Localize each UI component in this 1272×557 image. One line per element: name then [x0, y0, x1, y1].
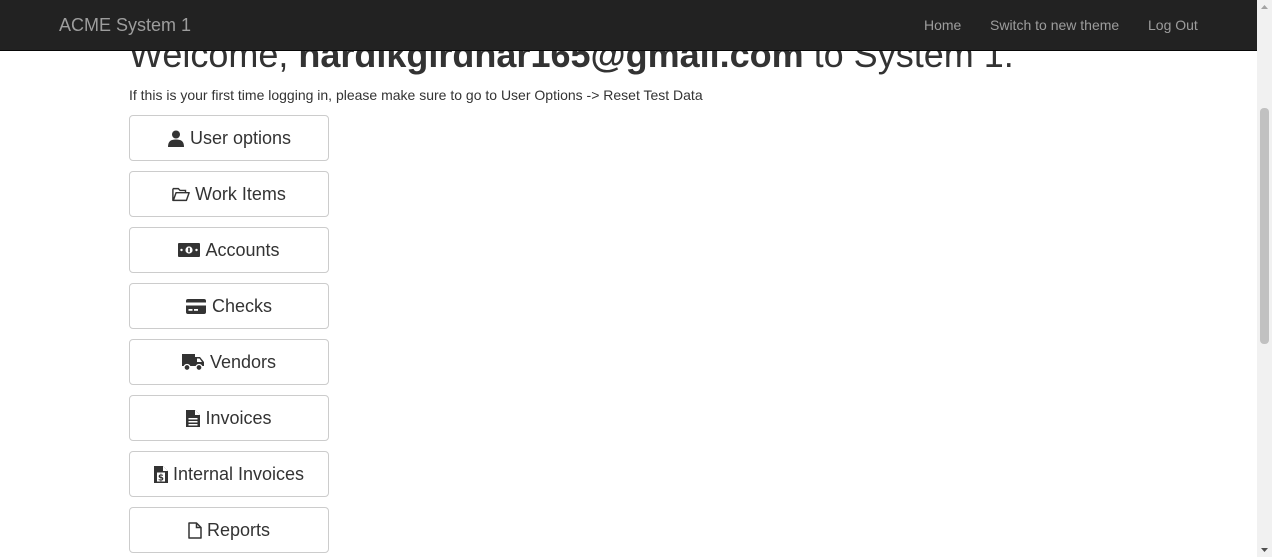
- vendors-button[interactable]: Vendors: [129, 339, 329, 385]
- user-icon: [167, 129, 185, 147]
- user-options-label: User options: [189, 127, 292, 148]
- file-text-icon: [186, 409, 201, 427]
- main-content: Welcome, hardikgirdhar165@gmail.com to S…: [0, 0, 1257, 557]
- accounts-label: Accounts: [205, 239, 280, 260]
- scroll-up-arrow-icon[interactable]: [1257, 0, 1272, 14]
- brand-link[interactable]: ACME System 1: [59, 14, 191, 36]
- money-icon: [178, 241, 201, 259]
- reports-button[interactable]: Reports: [129, 507, 329, 553]
- truck-icon: [182, 353, 205, 371]
- work-items-button[interactable]: Work Items: [129, 171, 329, 217]
- internal-invoices-button[interactable]: $ Internal Invoices: [129, 451, 329, 497]
- credit-card-icon: [186, 297, 207, 315]
- work-items-label: Work Items: [195, 183, 286, 204]
- vertical-scrollbar[interactable]: [1257, 0, 1272, 557]
- accounts-button[interactable]: Accounts: [129, 227, 329, 273]
- nav-home-link[interactable]: Home: [924, 17, 961, 33]
- nav-switch-theme-link[interactable]: Switch to new theme: [990, 17, 1119, 33]
- invoices-label: Invoices: [205, 407, 272, 428]
- main-menu: User options Work Items Accounts Checks: [129, 115, 329, 557]
- checks-button[interactable]: Checks: [129, 283, 329, 329]
- first-login-hint: If this is your first time logging in, p…: [129, 87, 703, 103]
- scroll-down-arrow-icon[interactable]: [1257, 543, 1272, 557]
- scrollbar-thumb[interactable]: [1260, 108, 1269, 344]
- invoices-button[interactable]: Invoices: [129, 395, 329, 441]
- user-options-button[interactable]: User options: [129, 115, 329, 161]
- checks-label: Checks: [211, 295, 273, 316]
- page: Welcome, hardikgirdhar165@gmail.com to S…: [0, 0, 1272, 557]
- vendors-label: Vendors: [209, 351, 277, 372]
- internal-invoices-label: Internal Invoices: [172, 463, 305, 484]
- reports-label: Reports: [206, 519, 271, 540]
- file-icon: [188, 521, 202, 539]
- file-dollar-icon: $: [153, 465, 168, 483]
- folder-open-icon: [172, 185, 190, 203]
- top-navbar: ACME System 1 Home Switch to new theme L…: [0, 0, 1257, 51]
- svg-text:$: $: [158, 473, 164, 483]
- nav-logout-link[interactable]: Log Out: [1148, 17, 1198, 33]
